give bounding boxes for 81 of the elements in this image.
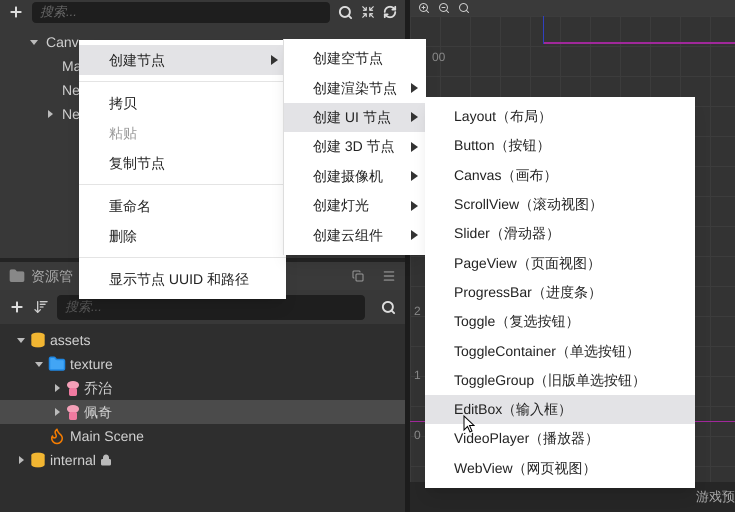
- submenu-arrow-icon: [411, 171, 418, 182]
- menu-item[interactable]: ToggleContainer（单选按钮）: [425, 336, 695, 366]
- collapsed-triangle-icon[interactable]: [46, 110, 54, 118]
- add-icon[interactable]: [9, 299, 25, 315]
- menu-item[interactable]: 创建云组件: [284, 220, 426, 250]
- menu-item[interactable]: 重命名: [79, 191, 286, 221]
- menu-item[interactable]: PageView（页面视图）: [425, 248, 695, 278]
- popout-icon[interactable]: [352, 270, 364, 282]
- menu-item[interactable]: Layout（布局）: [425, 102, 695, 132]
- sort-icon[interactable]: [33, 299, 49, 315]
- search-icon[interactable]: [381, 300, 396, 314]
- ruler-label: 2: [414, 303, 421, 320]
- menu-item[interactable]: ScrollView（滚动视图）: [425, 190, 695, 220]
- mouse-cursor-icon: [463, 415, 475, 433]
- asset-label: assets: [50, 330, 90, 350]
- zoom-reset-icon[interactable]: [458, 2, 470, 14]
- menu-icon[interactable]: [382, 269, 396, 283]
- asset-tree-row[interactable]: internal: [0, 448, 405, 472]
- menu-item[interactable]: 创建渲染节点: [284, 73, 426, 103]
- menu-item[interactable]: 拷贝: [79, 88, 286, 118]
- ruler-label: 0: [414, 427, 421, 444]
- node-label[interactable]: Ne: [62, 80, 80, 100]
- node-label[interactable]: Ne: [62, 104, 80, 124]
- zoom-in-icon[interactable]: [418, 2, 430, 14]
- menu-item[interactable]: 创建 3D 节点: [284, 132, 426, 162]
- asset-label: texture: [70, 354, 113, 374]
- menu-item[interactable]: Toggle（复选按钮）: [425, 307, 695, 336]
- menu-item[interactable]: 显示节点 UUID 和路径: [79, 264, 286, 294]
- asset-tree-row[interactable]: Main Scene: [0, 424, 405, 448]
- asset-label: 乔治: [84, 378, 112, 398]
- ruler-label: 00: [432, 49, 446, 66]
- menu-item[interactable]: 创建 UI 节点: [284, 102, 426, 132]
- zoom-out-icon[interactable]: [438, 2, 450, 14]
- expanded-triangle-icon[interactable]: [17, 336, 25, 344]
- submenu-arrow-icon: [411, 200, 418, 211]
- asset-tree-row[interactable]: 佩奇: [0, 400, 405, 424]
- folder-icon: [48, 355, 66, 373]
- menu-item[interactable]: 创建节点: [79, 45, 286, 75]
- panel-title: 资源管: [31, 266, 73, 286]
- asset-tree-row[interactable]: assets: [0, 328, 405, 352]
- submenu-arrow-icon: [411, 112, 418, 122]
- database-icon: [30, 452, 46, 468]
- menu-item[interactable]: WebView（网页视图）: [425, 454, 695, 483]
- collapse-icon[interactable]: [361, 5, 375, 19]
- menu-item[interactable]: 创建灯光: [284, 190, 426, 220]
- submenu-arrow-icon: [411, 83, 418, 94]
- collapsed-triangle-icon[interactable]: [53, 408, 61, 416]
- menu-item[interactable]: ToggleGroup（旧版单选按钮）: [425, 366, 695, 395]
- flame-icon: [48, 427, 66, 445]
- menu-item[interactable]: VideoPlayer（播放器）: [425, 424, 695, 454]
- asset-tree-row[interactable]: 乔治: [0, 376, 405, 400]
- folder-icon: [9, 268, 25, 284]
- asset-tree-row[interactable]: texture: [0, 352, 405, 376]
- menu-item[interactable]: ProgressBar（进度条）: [425, 278, 695, 308]
- ruler-label: 1: [414, 367, 421, 384]
- node-label[interactable]: Canv: [46, 32, 79, 52]
- menu-item[interactable]: Slider（滑动器）: [425, 219, 695, 248]
- submenu-arrow-icon: [411, 142, 418, 152]
- panel-tab[interactable]: 游戏预: [696, 487, 735, 507]
- menu-item[interactable]: 复制节点: [79, 148, 286, 178]
- pig-figure-icon: [66, 404, 80, 420]
- expanded-triangle-icon[interactable]: [30, 38, 38, 46]
- asset-label: internal: [50, 450, 96, 470]
- menu-item[interactable]: 创建摄像机: [284, 162, 426, 191]
- menu-item[interactable]: Button（按钮）: [425, 131, 695, 161]
- expanded-triangle-icon[interactable]: [35, 360, 43, 368]
- search-icon[interactable]: [338, 4, 353, 20]
- database-icon: [30, 332, 46, 348]
- menu-item[interactable]: 创建空节点: [284, 44, 426, 74]
- pig-figure-icon: [66, 380, 80, 396]
- menu-item[interactable]: Canvas（画布）: [425, 160, 695, 190]
- add-icon[interactable]: [8, 4, 24, 20]
- submenu-arrow-icon: [271, 55, 278, 65]
- collapsed-triangle-icon[interactable]: [17, 456, 25, 464]
- menu-item[interactable]: 删除: [79, 221, 286, 251]
- refresh-icon[interactable]: [383, 5, 397, 19]
- submenu-arrow-icon: [411, 230, 418, 240]
- asset-label: 佩奇: [84, 402, 112, 422]
- menu-item[interactable]: EditBox（输入框）: [425, 394, 695, 424]
- asset-label: Main Scene: [70, 426, 144, 446]
- collapsed-triangle-icon[interactable]: [53, 384, 61, 392]
